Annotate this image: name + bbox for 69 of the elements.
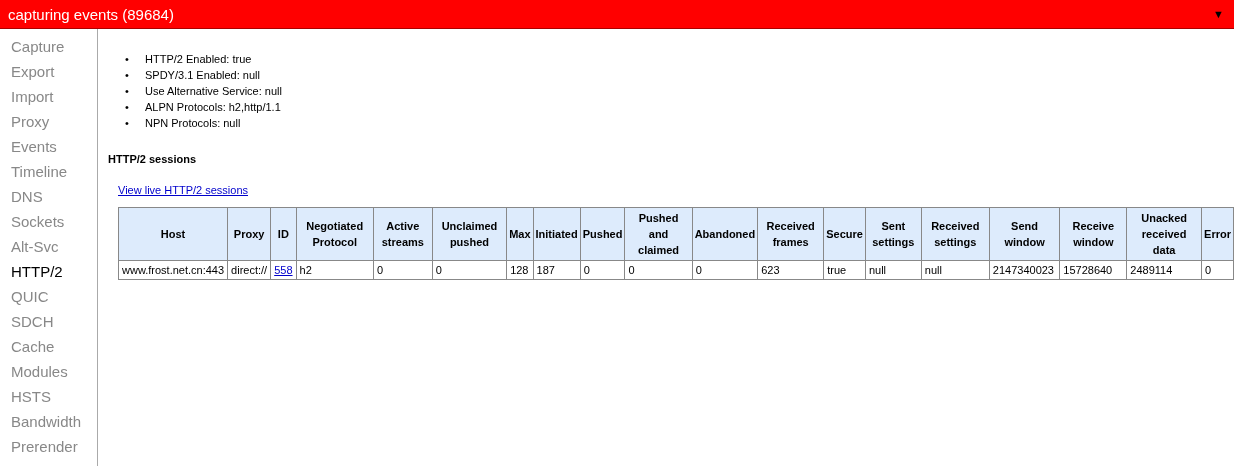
table-cell: null: [865, 260, 922, 280]
sidebar-item[interactable]: Bandwidth: [0, 409, 97, 434]
bullet: •: [125, 116, 130, 131]
table-cell: true: [823, 260, 866, 280]
column-header: Proxy: [227, 207, 271, 261]
table-cell: 0: [373, 260, 433, 280]
table-cell: 0: [692, 260, 758, 280]
table-cell: 0: [1201, 260, 1234, 280]
status-item: SPDY/3.1 Enabled: null: [145, 68, 260, 83]
column-header: Negotiated Protocol: [296, 207, 374, 261]
table-cell: 0: [624, 260, 693, 280]
session-id-link[interactable]: 558: [274, 264, 293, 276]
window-title: capturing events (89684): [8, 5, 174, 23]
table-cell: 15728640: [1059, 260, 1127, 280]
status-item: NPN Protocols: null: [145, 116, 241, 131]
sidebar-item[interactable]: Cache: [0, 334, 97, 359]
table-cell: direct://: [227, 260, 271, 280]
sidebar-item[interactable]: Timeline: [0, 159, 97, 184]
sidebar-item[interactable]: HTTP/2: [0, 259, 97, 284]
sidebar-item[interactable]: Sockets: [0, 209, 97, 234]
column-header: Receive window: [1059, 207, 1127, 261]
bullet: •: [125, 100, 130, 115]
sidebar-item[interactable]: Modules: [0, 359, 97, 384]
column-header: Sent settings: [865, 207, 922, 261]
column-header: Unacked received data: [1126, 207, 1202, 261]
status-item: Use Alternative Service: null: [145, 84, 282, 99]
table-cell: 2147340023: [989, 260, 1060, 280]
sidebar-item[interactable]: SDCH: [0, 309, 97, 334]
table-cell: 128: [506, 260, 534, 280]
bullet: •: [125, 68, 130, 83]
column-header: Pushed and claimed: [624, 207, 693, 261]
column-header: Unclaimed pushed: [432, 207, 507, 261]
live-sessions-link[interactable]: View live HTTP/2 sessions: [118, 184, 248, 196]
column-header: Max: [506, 207, 534, 261]
table-cell: h2: [296, 260, 374, 280]
table-cell: www.frost.net.cn:443: [118, 260, 228, 280]
sidebar-item[interactable]: Export: [0, 59, 97, 84]
column-header: Abandoned: [692, 207, 758, 261]
column-header: Secure: [823, 207, 866, 261]
bullet: •: [125, 52, 130, 67]
sidebar-item[interactable]: Import: [0, 84, 97, 109]
column-header: ID: [270, 207, 297, 261]
column-header: Active streams: [373, 207, 433, 261]
column-header: Initiated: [533, 207, 581, 261]
sidebar-item[interactable]: HSTS: [0, 384, 97, 409]
column-header: Host: [118, 207, 228, 261]
table-cell: 623: [757, 260, 824, 280]
column-header: Error: [1201, 207, 1234, 261]
sidebar-item[interactable]: DNS: [0, 184, 97, 209]
section-heading: HTTP/2 sessions: [108, 153, 198, 165]
table-cell: null: [921, 260, 990, 280]
table-cell: 0: [580, 260, 625, 280]
column-header: Received settings: [921, 207, 990, 261]
sidebar-item[interactable]: Proxy: [0, 109, 97, 134]
status-item: HTTP/2 Enabled: true: [145, 52, 252, 67]
sidebar-item[interactable]: Capture: [0, 34, 97, 59]
sidebar-item[interactable]: QUIC: [0, 284, 97, 309]
column-header: Send window: [989, 207, 1060, 261]
column-header: Received frames: [757, 207, 824, 261]
dropdown-toggle[interactable]: ▼: [1213, 8, 1224, 20]
status-item: ALPN Protocols: h2,http/1.1: [145, 100, 281, 115]
sidebar-item[interactable]: Events: [0, 134, 97, 159]
sidebar-item[interactable]: Prerender: [0, 434, 97, 459]
column-header: Pushed: [580, 207, 625, 261]
table-cell: 2489114: [1126, 260, 1202, 280]
table-cell: 187: [533, 260, 581, 280]
table-cell: 0: [432, 260, 507, 280]
bullet: •: [125, 84, 130, 99]
sidebar-item[interactable]: Alt-Svc: [0, 234, 97, 259]
